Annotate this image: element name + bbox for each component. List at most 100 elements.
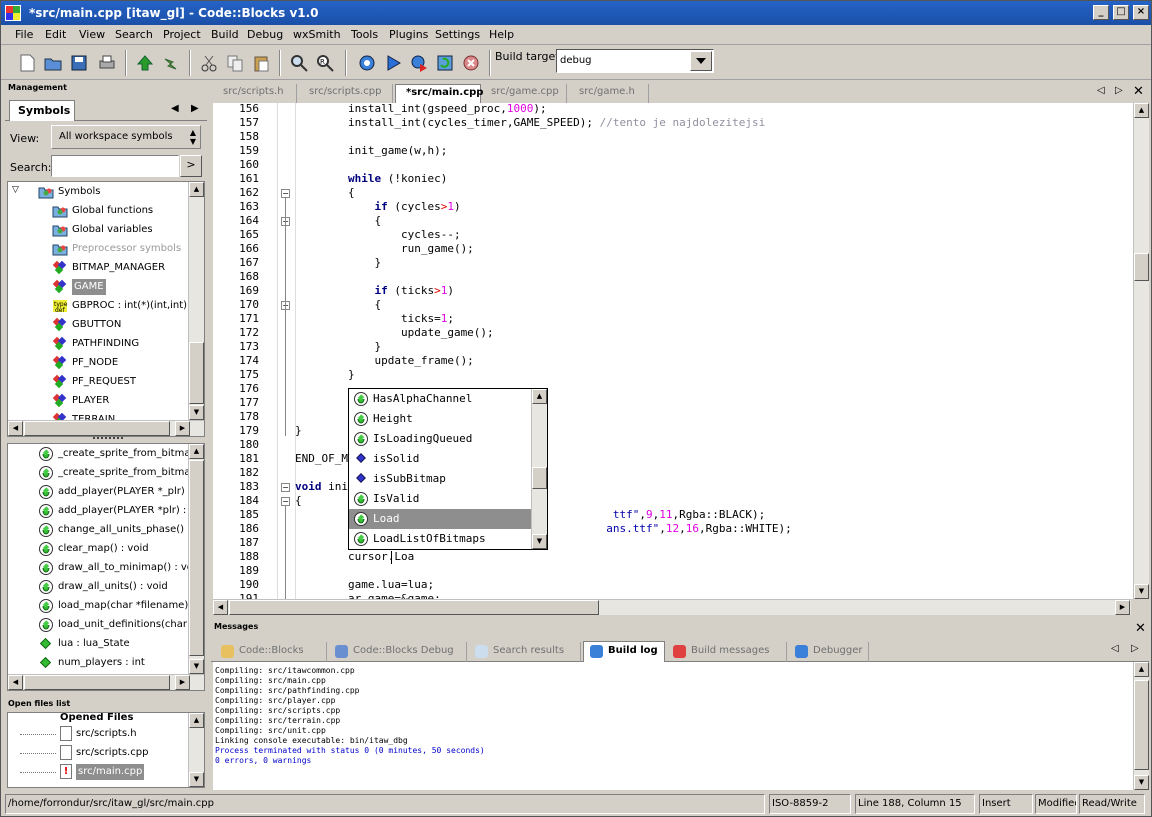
tree-item[interactable]: Global functions (52, 202, 202, 221)
tree-item[interactable]: GBUTTON (52, 316, 202, 335)
chevron-down-icon[interactable] (690, 51, 712, 71)
log-vscrollbar[interactable]: ▲ ▼ (1133, 662, 1149, 790)
scroll-down-icon[interactable]: ▼ (189, 405, 204, 420)
tab-scroll-right-icon[interactable]: ▶ (191, 103, 199, 114)
scroll-up-icon[interactable]: ▲ (532, 389, 547, 404)
autocomplete-item[interactable]: Height (349, 409, 531, 429)
members-hscrollbar[interactable]: ◀ ▶ (8, 674, 204, 690)
undo-icon[interactable] (135, 53, 155, 73)
scroll-left-icon[interactable]: ◀ (8, 421, 23, 436)
symbol-search-input[interactable] (51, 155, 179, 177)
open-folder-icon[interactable] (43, 53, 63, 73)
fold-toggle-icon[interactable]: − (281, 483, 290, 492)
autocomplete-item[interactable]: Load (349, 509, 531, 529)
print-icon[interactable] (97, 53, 117, 73)
log-vscroll-thumb[interactable] (1134, 680, 1149, 770)
tab-scroll-right-icon[interactable]: ▷ (1131, 643, 1139, 654)
scroll-down-icon[interactable]: ▼ (189, 659, 204, 674)
autocomplete-item[interactable]: LoadListOfBitmaps (349, 529, 531, 549)
tree-item[interactable]: PATHFINDING (52, 335, 202, 354)
open-file-item[interactable]: ! src/main.cpp (20, 763, 190, 782)
find-icon[interactable] (289, 53, 309, 73)
autocomplete-item[interactable]: IsValid (349, 489, 531, 509)
member-item[interactable]: lua : lua_State (38, 635, 198, 654)
build-target-select[interactable]: debug (556, 49, 714, 73)
copy-icon[interactable] (225, 53, 245, 73)
save-icon[interactable] (69, 53, 89, 73)
menu-wxsmith[interactable]: wxSmith (293, 28, 341, 41)
open-file-item[interactable]: src/scripts.cpp (20, 744, 190, 763)
minimize-button[interactable]: _ (1093, 5, 1109, 20)
member-item[interactable]: draw_all_units() : void (38, 578, 198, 597)
messages-tab[interactable]: Search results (469, 642, 581, 662)
tree-hscroll-thumb[interactable] (24, 421, 170, 436)
scroll-down-icon[interactable]: ▼ (1134, 775, 1149, 790)
editor-tab[interactable]: src/game.h (569, 84, 649, 103)
tab-scroll-left-icon[interactable]: ◁ (1111, 643, 1119, 654)
member-item[interactable]: add_player(PLAYER *_plr) (38, 483, 198, 502)
scroll-down-icon[interactable]: ▼ (532, 534, 547, 549)
autocomplete-item[interactable]: isSubBitmap (349, 469, 531, 489)
tree-item[interactable]: ▽ Symbols (12, 183, 162, 202)
autocomplete-item[interactable]: isSolid (349, 449, 531, 469)
menu-plugins[interactable]: Plugins (389, 28, 428, 41)
messages-tab[interactable]: Code::Blocks Debug (329, 642, 467, 662)
scroll-up-icon[interactable]: ▲ (1134, 103, 1149, 118)
editor-tab[interactable]: src/scripts.h (213, 84, 297, 103)
tree-vscroll-thumb[interactable] (189, 342, 204, 404)
messages-tab[interactable]: Build messages (667, 642, 787, 662)
tree-item[interactable]: GAME (52, 278, 202, 297)
editor-tab[interactable]: src/game.cpp (481, 84, 567, 103)
cut-icon[interactable] (199, 53, 219, 73)
tree-item[interactable]: PF_NODE (52, 354, 202, 373)
menu-file[interactable]: File (15, 28, 33, 41)
scroll-left-icon[interactable]: ◀ (213, 600, 228, 615)
scroll-down-icon[interactable]: ▼ (189, 772, 204, 787)
tree-item[interactable]: PLAYER (52, 392, 202, 411)
member-item[interactable]: draw_all_to_minimap() : vo (38, 559, 198, 578)
tab-scroll-left-icon[interactable]: ◀ (171, 103, 179, 114)
member-item[interactable]: load_map(char *filename) : (38, 597, 198, 616)
member-item[interactable]: change_all_units_phase() : (38, 521, 198, 540)
tree-item[interactable]: Global variables (52, 221, 202, 240)
tab-scroll-right-icon[interactable]: ▷ (1115, 85, 1123, 96)
open-files-vscrollbar[interactable]: ▲ ▼ (188, 713, 204, 787)
tree-item[interactable]: Preprocessor symbols (52, 240, 202, 259)
member-item[interactable]: load_unit_definitions(char * (38, 616, 198, 635)
members-vscrollbar[interactable]: ▲ ▼ (188, 444, 204, 674)
search-go-button[interactable]: > (180, 155, 202, 177)
scroll-right-icon[interactable]: ▶ (175, 675, 190, 690)
scroll-left-icon[interactable]: ◀ (8, 675, 23, 690)
tab-symbols[interactable]: Symbols (9, 100, 75, 121)
tree-expand-icon[interactable]: ▽ (12, 185, 19, 195)
splitter-handle[interactable] (93, 437, 123, 440)
tree-item[interactable]: BITMAP_MANAGER (52, 259, 202, 278)
build-and-run-icon[interactable] (409, 53, 429, 73)
autocomplete-item[interactable]: IsLoadingQueued (349, 429, 531, 449)
scroll-up-icon[interactable]: ▲ (189, 713, 204, 728)
members-vscroll-thumb[interactable] (189, 460, 204, 656)
scroll-up-icon[interactable]: ▲ (189, 182, 204, 197)
open-file-item[interactable]: src/scripts.h (20, 725, 190, 744)
paste-icon[interactable] (251, 53, 271, 73)
autocomplete-scroll-thumb[interactable] (532, 467, 547, 489)
new-file-icon[interactable] (17, 53, 37, 73)
title-bar[interactable]: *src/main.cpp [itaw_gl] - Code::Blocks v… (1, 1, 1151, 25)
rebuild-icon[interactable] (435, 53, 455, 73)
editor-hscrollbar[interactable]: ◀ ▶ (213, 599, 1131, 615)
close-button[interactable]: × (1133, 5, 1149, 20)
abort-icon[interactable] (461, 53, 481, 73)
member-item[interactable]: clear_map() : void (38, 540, 198, 559)
member-item[interactable]: _create_sprite_from_bitma (38, 445, 198, 464)
autocomplete-scrollbar[interactable]: ▲ ▼ (531, 389, 547, 549)
menu-build[interactable]: Build (211, 28, 239, 41)
scroll-right-icon[interactable]: ▶ (175, 421, 190, 436)
fold-toggle-icon[interactable]: − (281, 189, 290, 198)
member-item[interactable]: _create_sprite_from_bitma (38, 464, 198, 483)
spinner-icon[interactable]: ▲ ▼ (190, 128, 196, 146)
close-editor-tab-icon[interactable]: ✕ (1133, 85, 1144, 98)
menu-tools[interactable]: Tools (351, 28, 378, 41)
tree-item[interactable]: type def GBPROC : int(*)(int,int) (52, 297, 202, 316)
close-messages-icon[interactable]: ✕ (1135, 622, 1146, 635)
fold-toggle-icon[interactable]: − (281, 497, 290, 506)
